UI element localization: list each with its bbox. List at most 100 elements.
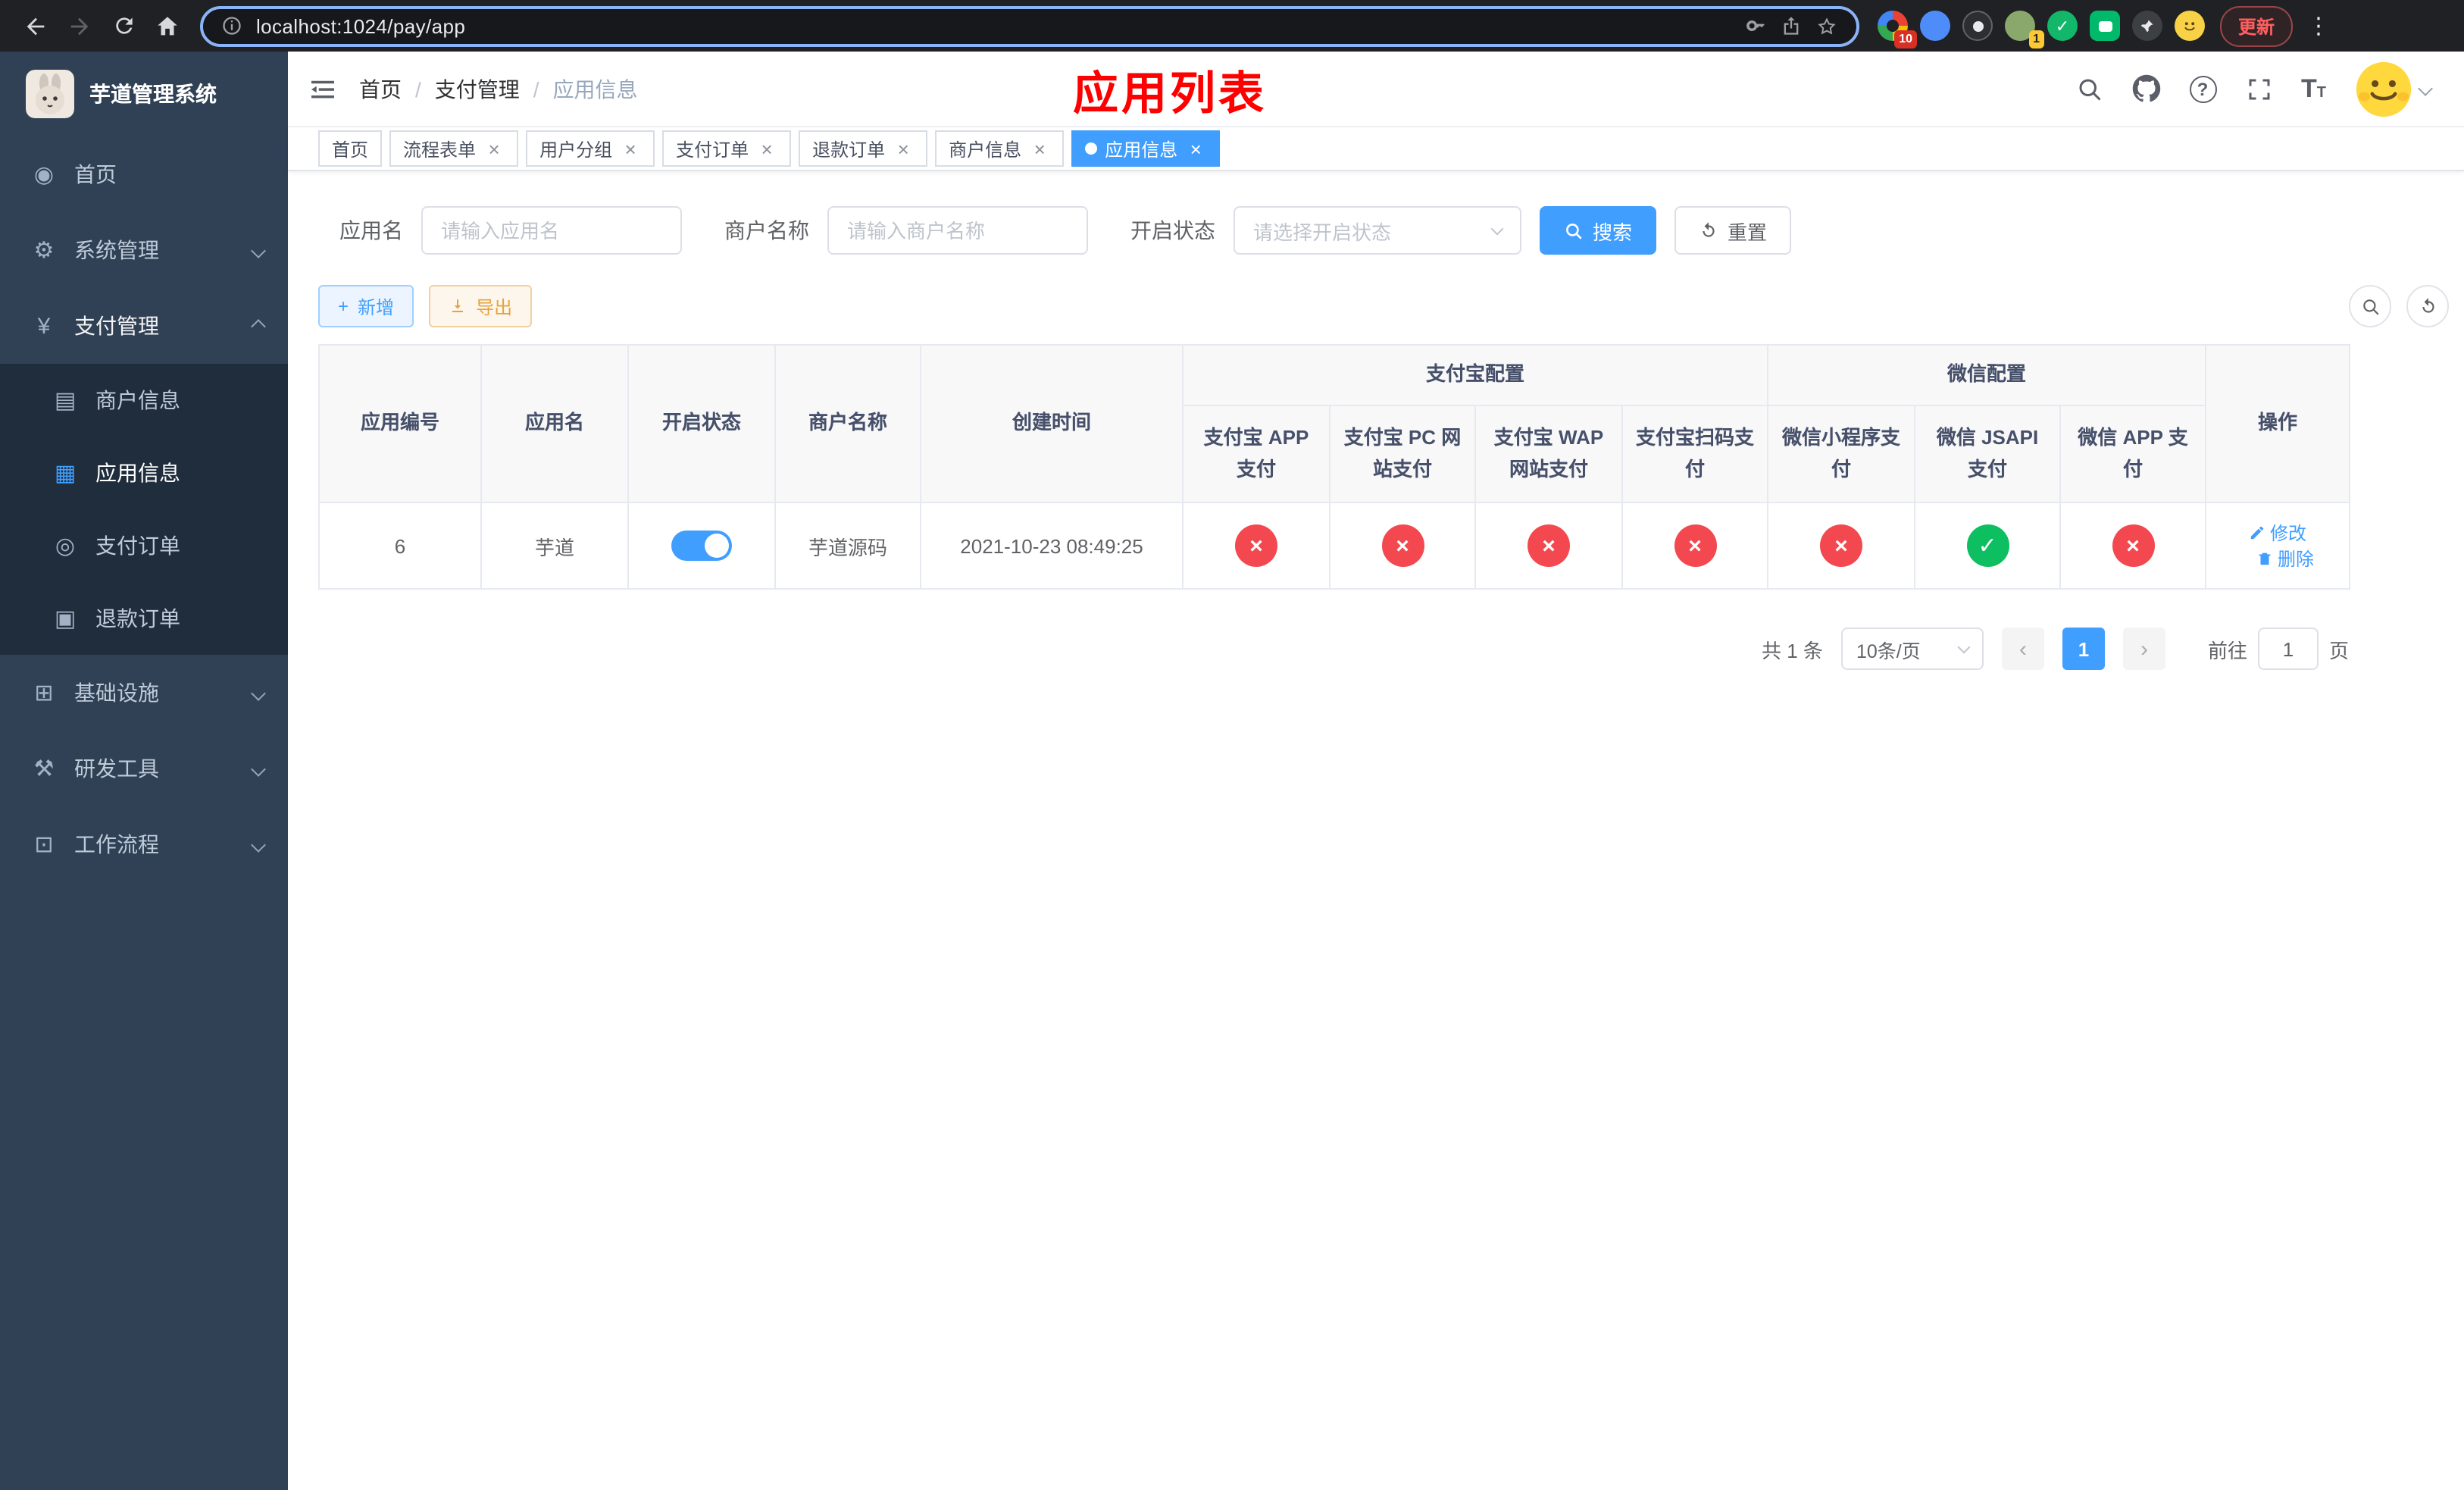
total-label: 共 1 条 bbox=[1762, 639, 1823, 662]
chevron-down-icon bbox=[251, 243, 266, 258]
sidebar-item-system[interactable]: ⚙ 系统管理 bbox=[0, 212, 288, 288]
sidebar-item-devtools[interactable]: ⚒ 研发工具 bbox=[0, 731, 288, 806]
tab-pay-order[interactable]: 支付订单 × bbox=[662, 130, 792, 167]
extension-drop-icon[interactable] bbox=[1920, 11, 1950, 41]
sidebar-item-label: 退款订单 bbox=[95, 606, 180, 631]
sidebar-subitem-pay-order[interactable]: ◎ 支付订单 bbox=[0, 509, 288, 582]
cell-status bbox=[627, 502, 776, 590]
status-toggle[interactable] bbox=[671, 531, 732, 561]
browser-menu-icon[interactable]: ⋮ bbox=[2305, 12, 2332, 39]
font-size-button[interactable]: TT bbox=[2301, 76, 2326, 102]
password-key-icon[interactable] bbox=[1746, 15, 1767, 36]
monitor-icon: ⊞ bbox=[34, 681, 54, 706]
extension-pie-icon[interactable]: 10 bbox=[1878, 11, 1917, 49]
app-logo bbox=[26, 70, 74, 118]
close-icon[interactable]: × bbox=[483, 138, 505, 159]
export-button[interactable]: 导出 bbox=[429, 285, 533, 327]
extension-face-icon[interactable] bbox=[2175, 11, 2205, 41]
group-header-wechat: 微信配置 bbox=[1767, 344, 2207, 406]
extension-check-icon[interactable]: ✓ bbox=[2047, 11, 2078, 41]
close-icon[interactable]: × bbox=[1185, 138, 1206, 159]
status-select[interactable]: 请选择开启状态 bbox=[1234, 206, 1521, 255]
sidebar-item-label: 支付管理 bbox=[74, 314, 159, 338]
chevron-up-icon bbox=[251, 318, 266, 333]
col-header-wx-app: 微信 APP 支付 bbox=[2059, 405, 2207, 503]
browser-chrome: localhost:1024/pay/app 10 1 ✓ 更新 ⋮ bbox=[0, 0, 2464, 52]
refresh-table-button[interactable] bbox=[2406, 285, 2449, 327]
home-button[interactable] bbox=[147, 5, 188, 46]
tab-app-info[interactable]: 应用信息 × bbox=[1071, 130, 1221, 167]
github-button[interactable] bbox=[2131, 74, 2160, 103]
header-search-button[interactable] bbox=[2075, 75, 2103, 102]
table-toolbar: + 新增 导出 bbox=[318, 285, 2464, 327]
address-bar[interactable]: localhost:1024/pay/app bbox=[200, 5, 1859, 46]
goto-page-input[interactable] bbox=[2257, 628, 2319, 670]
search-button[interactable]: 搜索 bbox=[1540, 206, 1657, 255]
status-label: 开启状态 bbox=[1130, 218, 1215, 243]
delete-button[interactable]: 删除 bbox=[2256, 546, 2314, 571]
reset-button[interactable]: 重置 bbox=[1674, 206, 1792, 255]
extension-chat-icon[interactable] bbox=[2090, 11, 2120, 41]
close-icon[interactable]: × bbox=[1029, 138, 1050, 159]
yen-icon: ¥ bbox=[37, 313, 51, 339]
breadcrumb-home[interactable]: 首页 bbox=[359, 74, 402, 104]
tab-home[interactable]: 首页 bbox=[318, 130, 383, 167]
back-button[interactable] bbox=[15, 5, 56, 46]
breadcrumb-payment[interactable]: 支付管理 bbox=[435, 74, 520, 104]
extensions-area: 10 1 ✓ bbox=[1878, 11, 2205, 49]
extension-dark-icon[interactable] bbox=[1962, 11, 1993, 41]
merchant-name-input[interactable] bbox=[827, 206, 1088, 255]
chevron-down-icon bbox=[1957, 640, 1971, 653]
help-button[interactable]: ? bbox=[2189, 75, 2216, 102]
sidebar-subitem-merchant-info[interactable]: ▤ 商户信息 bbox=[0, 364, 288, 437]
merchant-name-label: 商户名称 bbox=[724, 218, 809, 243]
app-logo-row[interactable]: 芋道管理系统 bbox=[0, 52, 288, 136]
user-avatar[interactable] bbox=[2355, 60, 2412, 117]
tab-refund-order[interactable]: 退款订单 × bbox=[799, 130, 928, 167]
sidebar-item-payment[interactable]: ¥ 支付管理 bbox=[0, 288, 288, 364]
close-icon[interactable]: × bbox=[620, 138, 641, 159]
alipay-wap-status-icon: × bbox=[1527, 524, 1570, 567]
extension-badge: 10 bbox=[1894, 30, 1917, 49]
sidebar-item-label: 工作流程 bbox=[74, 832, 159, 856]
extension-pin-icon[interactable] bbox=[2132, 11, 2162, 41]
extension-avatar-icon[interactable]: 1 bbox=[2005, 11, 2044, 49]
bookmark-star-icon[interactable] bbox=[1815, 14, 1838, 37]
sidebar-item-label: 支付订单 bbox=[95, 534, 180, 558]
chrome-update-button[interactable]: 更新 bbox=[2220, 5, 2294, 46]
chevron-down-icon bbox=[1490, 221, 1504, 235]
sidebar-subitem-refund-order[interactable]: ▣ 退款订单 bbox=[0, 582, 288, 655]
wx-app-status-icon: × bbox=[2112, 524, 2155, 567]
forward-button[interactable] bbox=[59, 5, 100, 46]
edit-button[interactable]: 修改 bbox=[2249, 520, 2306, 546]
close-icon[interactable]: × bbox=[893, 138, 914, 159]
url-text[interactable]: localhost:1024/pay/app bbox=[256, 14, 1732, 37]
sidebar-subitem-app-info[interactable]: ▦ 应用信息 bbox=[0, 437, 288, 509]
pagination: 共 1 条 10条/页 ‹ 1 › 前往 页 bbox=[318, 628, 2349, 670]
app-name-label: 应用名 bbox=[339, 218, 403, 243]
payment-submenu: ▤ 商户信息 ▦ 应用信息 ◎ 支付订单 ▣ 退款订单 bbox=[0, 364, 288, 655]
tab-flow-form[interactable]: 流程表单 × bbox=[389, 130, 519, 167]
toggle-search-button[interactable] bbox=[2349, 285, 2391, 327]
sidebar-item-infrastructure[interactable]: ⊞ 基础设施 bbox=[0, 655, 288, 731]
reload-button[interactable] bbox=[103, 5, 144, 46]
tab-merchant-info[interactable]: 商户信息 × bbox=[935, 130, 1065, 167]
next-page-button[interactable]: › bbox=[2122, 628, 2165, 670]
header-actions: ? TT bbox=[2075, 60, 2433, 117]
prev-page-button[interactable]: ‹ bbox=[2001, 628, 2044, 670]
sidebar-item-home[interactable]: ◉ 首页 bbox=[0, 136, 288, 212]
add-button[interactable]: + 新增 bbox=[318, 285, 414, 327]
sidebar-item-workflow[interactable]: ⊡ 工作流程 bbox=[0, 806, 288, 882]
close-icon[interactable]: × bbox=[756, 138, 777, 159]
tabs-bar: 首页 流程表单 × 用户分组 × 支付订单 × 退款订单 × 商户信息 × 应用… bbox=[288, 127, 2464, 171]
alipay-app-status-icon: × bbox=[1235, 524, 1277, 567]
tab-user-group[interactable]: 用户分组 × bbox=[526, 130, 655, 167]
sidebar-collapse-button[interactable] bbox=[309, 75, 336, 102]
page-size-select[interactable]: 10条/页 bbox=[1840, 628, 1984, 670]
page-1-button[interactable]: 1 bbox=[2062, 628, 2105, 670]
share-icon[interactable] bbox=[1781, 15, 1802, 36]
user-menu[interactable] bbox=[2355, 60, 2433, 117]
app-name-input[interactable] bbox=[421, 206, 682, 255]
fullscreen-button[interactable] bbox=[2245, 75, 2272, 102]
site-info-icon[interactable] bbox=[221, 15, 242, 36]
